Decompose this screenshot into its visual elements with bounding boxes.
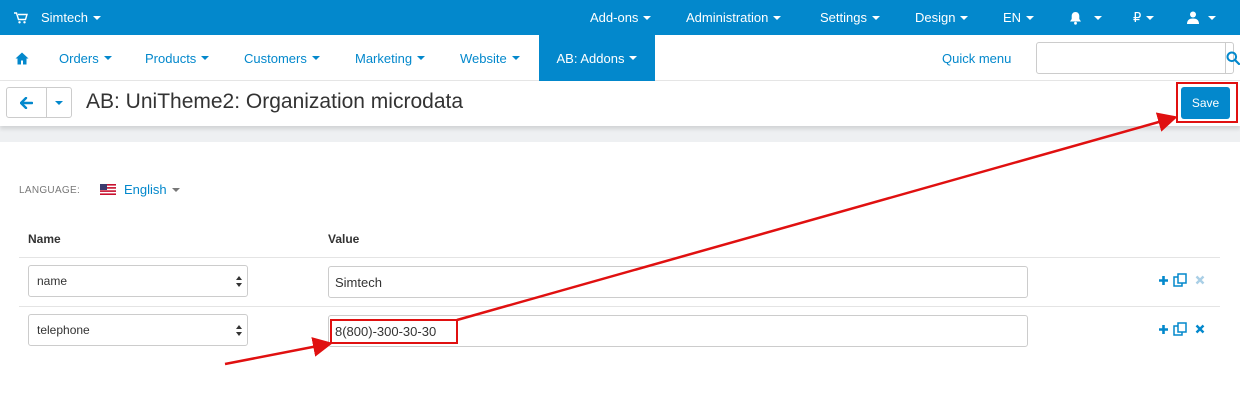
menu-label: Add-ons [590,10,639,25]
chevron-down-icon [1026,15,1035,20]
nav-marketing[interactable]: Marketing [355,35,426,81]
nav-orders[interactable]: Orders [59,35,112,81]
store-name: Simtech [41,10,88,25]
search-button[interactable] [1225,43,1240,73]
select-arrows-icon [236,325,242,336]
chevron-down-icon [103,56,112,60]
chevron-down-icon [92,15,101,20]
language-value: English [124,182,167,197]
back-button-group [6,87,72,118]
notifications-menu[interactable] [1069,0,1102,35]
store-switcher[interactable]: Simtech [14,0,101,35]
title-bar: AB: UniTheme2: Organization microdata [0,81,1240,126]
name-select[interactable]: name [28,265,248,297]
clone-icon[interactable] [1173,273,1187,287]
top-bar: Simtech Add-ons Administration Settings … [0,0,1240,35]
menu-addons[interactable]: Add-ons [590,0,652,35]
divider [0,126,1240,142]
select-value: telephone [37,323,90,337]
column-header-value: Value [328,232,360,246]
nav-label: Products [145,50,197,66]
chevron-down-icon [643,15,652,20]
nav-products[interactable]: Products [145,35,210,81]
save-highlight-box [1176,82,1238,123]
nav-label: Orders [59,50,99,66]
chevron-down-icon [311,56,320,60]
currency-menu[interactable]: ₽ [1133,0,1155,35]
nav-label: AB: Addons [556,50,625,66]
chevron-down-icon [1146,15,1155,20]
us-flag-icon [100,184,116,195]
chevron-down-icon [960,15,969,20]
quick-menu[interactable]: Quick menu [942,35,1011,81]
nav-ab-addons[interactable]: AB: Addons [539,35,655,81]
row-divider [19,306,1220,307]
telephone-highlight-box [330,319,458,344]
menu-design[interactable]: Design [915,0,969,35]
home-icon [15,52,29,64]
back-dropdown[interactable] [47,88,71,117]
nav-customers[interactable]: Customers [244,35,320,81]
add-icon[interactable] [1158,324,1169,335]
currency-symbol: ₽ [1133,9,1142,25]
main-nav: Orders Products Customers Marketing Webs… [0,35,1240,81]
row-divider [19,257,1220,258]
close-icon[interactable] [1195,324,1205,334]
chevron-down-icon [871,15,880,20]
nav-label: Marketing [355,50,413,66]
menu-settings[interactable]: Settings [820,0,880,35]
search-icon [1226,51,1240,65]
back-button[interactable] [7,88,47,117]
clone-icon[interactable] [1173,322,1187,336]
menu-label: EN [1003,10,1022,25]
profile-menu[interactable] [1187,0,1216,35]
select-arrows-icon [236,276,242,287]
chevron-down-icon [417,56,426,60]
nav-label: Customers [244,50,307,66]
chevron-down-icon [629,56,638,60]
chevron-down-icon [1208,15,1216,20]
chevron-down-icon [171,187,180,192]
add-icon[interactable] [1158,275,1169,286]
chevron-down-icon [773,15,782,20]
cart-icon [14,11,28,23]
chevron-down-icon [201,56,210,60]
search-box [1036,42,1240,74]
page-title: AB: UniTheme2: Organization microdata [86,90,464,113]
user-icon [1187,11,1199,24]
search-input[interactable] [1037,43,1225,73]
name-select[interactable]: telephone [28,314,248,346]
bell-icon [1070,11,1081,25]
close-icon[interactable] [1195,275,1205,285]
arrow-to-telephone [224,337,333,366]
chevron-down-icon [55,100,63,105]
nav-website[interactable]: Website [460,35,520,81]
menu-label: Administration [686,10,769,25]
menu-label: Settings [820,10,867,25]
menu-administration[interactable]: Administration [686,0,782,35]
select-value: name [37,274,68,288]
language-label: LANGUAGE: [19,185,81,196]
arrow-left-icon [20,96,33,109]
column-header-name: Name [28,232,61,246]
value-input[interactable]: Simtech [328,266,1028,298]
menu-language[interactable]: EN [1003,0,1035,35]
home-link[interactable] [15,35,29,81]
language-selector[interactable]: English [100,182,180,197]
row-actions [1158,322,1205,336]
nav-label: Website [460,50,507,66]
menu-label: Design [915,10,956,25]
chevron-down-icon [1094,15,1102,20]
row-actions [1158,273,1205,287]
chevron-down-icon [511,56,520,60]
